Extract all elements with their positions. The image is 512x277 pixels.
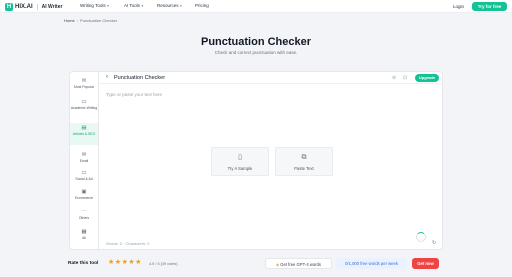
editor-card: ‹ Punctuation Checker ⊘ ⊡ Upgrade Type o…: [98, 71, 443, 250]
free-gpt4-label: Get free GPT-4 words: [280, 262, 321, 267]
menu-ai-tools-label: AI Tools: [124, 3, 140, 8]
star-icon[interactable]: ★: [135, 259, 141, 267]
history-icon[interactable]: ⊘: [392, 75, 396, 81]
sidebar-item-label: Ecommerce: [74, 195, 94, 200]
logo-subtitle: AI Writer: [41, 3, 63, 10]
page-title: Punctuation Checker: [200, 36, 312, 48]
editor-title: Punctuation Checker: [114, 75, 166, 81]
email-icon: ✉: [81, 152, 87, 158]
text-input[interactable]: Type or paste your text here: [106, 92, 162, 97]
breadcrumb-current: Punctuation Checker: [80, 18, 118, 23]
academic-icon: ▭: [81, 99, 87, 105]
sidebar-item-label: Articles & SEO: [72, 131, 96, 136]
document-icon[interactable]: ⊡: [403, 75, 407, 81]
logo-mark-icon: H: [5, 2, 13, 11]
more-icon: ⋯: [81, 209, 87, 215]
menu-pricing-label: Pricing: [195, 3, 209, 8]
sidebar-item-academic-writing[interactable]: ▭ Academic Writing: [70, 99, 98, 110]
try-free-button[interactable]: Try for free: [472, 1, 507, 11]
grid-icon: ▦: [81, 229, 87, 235]
ecommerce-icon: ▣: [81, 189, 87, 195]
category-sidebar: ✉ Most Popular ▭ Academic Writing ▤ Arti…: [69, 71, 98, 250]
free-words-quota: 0/1,000 free words per week: [336, 258, 407, 269]
chevron-down-icon: ▾: [180, 3, 182, 8]
chevron-down-icon: ▾: [107, 3, 109, 8]
menu-pricing[interactable]: Pricing: [195, 3, 209, 8]
editor-header: ‹ Punctuation Checker ⊘ ⊡ Upgrade: [99, 72, 442, 84]
social-icon: ▭: [81, 170, 87, 176]
upgrade-button[interactable]: Upgrade: [415, 74, 439, 82]
word-count: Words: 0 · Characters: 0: [106, 241, 150, 246]
star-rating[interactable]: ★ ★ ★ ★ ★: [108, 259, 142, 267]
loading-spinner-icon: [416, 232, 426, 242]
breadcrumb-home[interactable]: Home: [64, 18, 75, 23]
sidebar-item-ecommerce[interactable]: ▣ Ecommerce: [70, 189, 98, 200]
star-icon[interactable]: ★: [128, 259, 134, 267]
sidebar-item-articles-seo[interactable]: ▤ Articles & SEO: [70, 123, 98, 145]
sidebar-item-most-popular[interactable]: ✉ Most Popular: [70, 78, 98, 89]
sidebar-item-label: Others: [78, 215, 90, 220]
get-now-button[interactable]: Get now: [412, 258, 439, 269]
sidebar-item-label: Most Popular: [74, 84, 94, 89]
paste-text-label: Paste Text: [294, 166, 314, 171]
logo-divider: [36, 3, 38, 10]
document-icon: ▯: [238, 154, 242, 161]
sidebar-item-others[interactable]: ⋯ Others: [70, 209, 98, 220]
chevron-down-icon: ▾: [141, 3, 144, 8]
refresh-icon[interactable]: ↻: [432, 240, 436, 246]
sidebar-item-social-ad[interactable]: ▭ Social & Ad: [70, 170, 98, 181]
free-gpt4-button[interactable]: ◈Get free GPT-4 words: [265, 258, 332, 269]
gift-icon: ◈: [276, 262, 280, 267]
menu-resources-label: Resources: [157, 3, 179, 8]
breadcrumb-separator: ›: [76, 18, 79, 23]
page-subtitle: Check and correct punctuation with ease.: [214, 50, 298, 55]
logo[interactable]: H HIX.AI AI Writer: [5, 2, 62, 11]
paste-icon: ⧉: [301, 154, 307, 161]
paste-text-button[interactable]: ⧉ Paste Text: [275, 147, 333, 176]
menu-resources[interactable]: Resources ▾: [157, 3, 182, 8]
menu-ai-tools[interactable]: AI Tools ▾: [124, 3, 143, 8]
sidebar-item-label: Email: [79, 158, 89, 163]
article-icon: ▤: [81, 125, 87, 131]
star-icon[interactable]: ★: [122, 259, 128, 267]
logo-text: HIX.AI: [15, 3, 33, 10]
rating-summary: 4.9 / 5 (39 votes): [149, 261, 178, 266]
menu-writing-tools-label: Writing Tools: [80, 3, 106, 8]
sidebar-item-all[interactable]: ▦ All: [70, 229, 98, 240]
back-arrow-icon[interactable]: ‹: [106, 74, 108, 80]
sidebar-item-email[interactable]: ✉ Email: [70, 152, 98, 163]
login-link[interactable]: Login: [453, 4, 464, 9]
sidebar-item-label: Academic Writing: [70, 105, 98, 110]
star-icon[interactable]: ★: [108, 259, 114, 267]
menu-writing-tools[interactable]: Writing Tools ▾: [80, 3, 109, 8]
sidebar-item-label: All: [82, 235, 86, 240]
try-sample-button[interactable]: ▯ Try A Sample: [211, 147, 269, 176]
rate-label: Rate this tool: [68, 261, 99, 266]
breadcrumb: Home › Punctuation Checker: [64, 18, 117, 23]
popular-icon: ✉: [81, 78, 87, 84]
sidebar-item-label: Social & Ad: [75, 176, 93, 181]
star-icon[interactable]: ★: [115, 259, 121, 267]
top-nav: H HIX.AI AI Writer Writing Tools ▾ AI Too…: [0, 0, 512, 13]
try-sample-label: Try A Sample: [227, 166, 253, 171]
